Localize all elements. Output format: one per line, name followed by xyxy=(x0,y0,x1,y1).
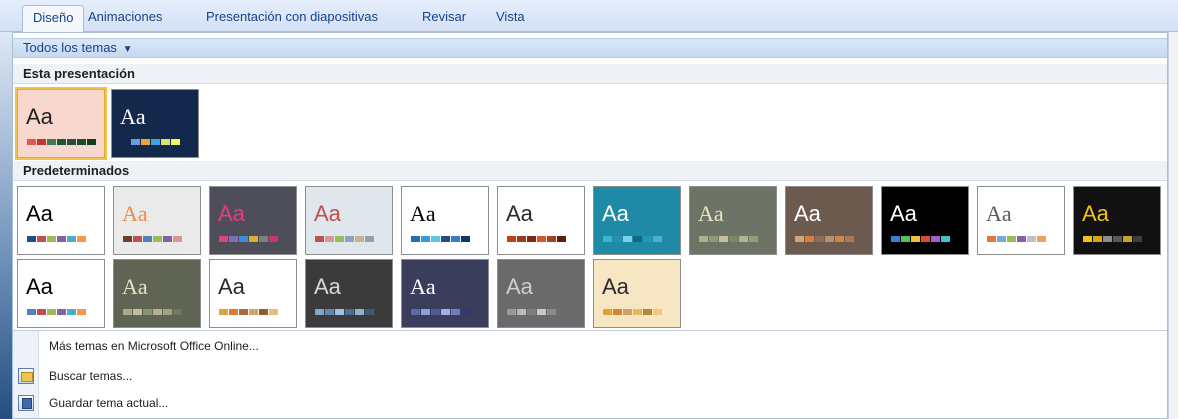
theme-sample-text: Aa xyxy=(120,104,146,129)
theme-color-swatches xyxy=(411,236,471,242)
theme-thumbnail[interactable]: Aa xyxy=(113,259,201,328)
tab-revisar[interactable]: Revisar xyxy=(412,5,476,32)
theme-sample-text: Aa xyxy=(26,201,53,226)
theme-color-swatches xyxy=(315,236,375,242)
theme-thumbnail[interactable]: Aa xyxy=(497,259,585,328)
filter-label: Todos los temas xyxy=(23,40,117,55)
theme-sample-text: Aa xyxy=(122,274,148,299)
theme-color-swatches xyxy=(699,236,759,242)
tab-presentacion[interactable]: Presentación con diapositivas xyxy=(196,5,388,32)
theme-sample-text: Aa xyxy=(218,274,245,299)
theme-sample-text: Aa xyxy=(602,274,629,299)
theme-thumbnail[interactable]: Aa xyxy=(785,186,873,255)
theme-sample-text: Aa xyxy=(122,201,148,226)
theme-thumbnail[interactable]: Aa xyxy=(881,186,969,255)
theme-sample-text: Aa xyxy=(890,201,917,226)
theme-sample-text: Aa xyxy=(506,274,533,299)
theme-color-swatches xyxy=(411,309,471,315)
save-icon xyxy=(18,395,34,411)
theme-color-swatches xyxy=(27,309,87,315)
theme-color-swatches xyxy=(603,309,663,315)
menu-label-online: Más temas en Microsoft Office Online... xyxy=(49,339,259,353)
theme-thumbnail[interactable]: Aa xyxy=(497,186,585,255)
theme-color-swatches xyxy=(121,139,181,145)
menu-label-browse: Buscar temas... xyxy=(49,369,133,383)
menu-label-save: Guardar tema actual... xyxy=(49,396,169,410)
theme-color-swatches xyxy=(315,309,375,315)
theme-sample-text: Aa xyxy=(410,274,436,299)
dropdown-arrow-icon: ▼ xyxy=(122,44,133,55)
theme-thumbnail[interactable]: Aa xyxy=(113,186,201,255)
theme-thumbnail[interactable]: Aa xyxy=(15,87,107,160)
theme-thumbnail[interactable]: Aa xyxy=(111,89,199,158)
theme-sample-text: Aa xyxy=(602,201,629,226)
section-header-current: Esta presentación xyxy=(13,64,1167,84)
theme-sample-text: Aa xyxy=(314,274,341,299)
theme-sample-text: Aa xyxy=(410,201,436,226)
theme-color-swatches xyxy=(27,139,97,145)
theme-color-swatches xyxy=(27,236,87,242)
theme-color-swatches xyxy=(219,309,279,315)
themes-gallery: Todos los temas ▼ Esta presentación Aa Aa… xyxy=(12,32,1168,419)
theme-sample-text: Aa xyxy=(506,201,533,226)
tab-diseno[interactable]: Diseño xyxy=(22,5,85,32)
theme-thumbnail[interactable]: Aa xyxy=(209,186,297,255)
theme-filter-dropdown[interactable]: Todos los temas ▼ xyxy=(13,38,1167,58)
section-header-builtin: Predeterminados xyxy=(13,161,1167,181)
theme-thumbnail[interactable]: Aa xyxy=(593,186,681,255)
theme-sample-text: Aa xyxy=(794,201,821,226)
save-current-theme[interactable]: Guardar tema actual... xyxy=(13,392,1167,414)
menu-separator xyxy=(13,330,1167,331)
background-strip xyxy=(0,32,12,419)
gallery-scrollbar[interactable] xyxy=(1168,32,1178,419)
theme-sample-text: Aa xyxy=(26,104,53,129)
theme-sample-text: Aa xyxy=(26,274,53,299)
theme-color-swatches xyxy=(219,236,279,242)
theme-thumbnail[interactable]: Aa xyxy=(305,186,393,255)
ribbon-tab-bar: Diseño Animaciones Presentación con diap… xyxy=(0,0,1178,32)
theme-sample-text: Aa xyxy=(698,201,724,226)
folder-icon xyxy=(18,368,34,384)
theme-color-swatches xyxy=(507,309,567,315)
theme-color-swatches xyxy=(987,236,1047,242)
theme-color-swatches xyxy=(891,236,951,242)
theme-color-swatches xyxy=(795,236,855,242)
theme-color-swatches xyxy=(507,236,567,242)
theme-sample-text: Aa xyxy=(314,201,341,226)
theme-thumbnail[interactable]: Aa xyxy=(17,186,105,255)
browse-themes[interactable]: Buscar temas... xyxy=(13,365,1167,387)
theme-sample-text: Aa xyxy=(218,201,245,226)
more-themes-online[interactable]: Más temas en Microsoft Office Online... xyxy=(13,335,1167,357)
theme-thumbnail[interactable]: Aa xyxy=(593,259,681,328)
tab-vista[interactable]: Vista xyxy=(486,5,535,32)
tab-animaciones[interactable]: Animaciones xyxy=(78,5,172,32)
theme-thumbnail[interactable]: Aa xyxy=(401,259,489,328)
theme-thumbnail[interactable]: Aa xyxy=(1073,186,1161,255)
theme-sample-text: Aa xyxy=(1082,201,1109,226)
theme-thumbnail[interactable]: Aa xyxy=(689,186,777,255)
theme-color-swatches xyxy=(1083,236,1143,242)
theme-color-swatches xyxy=(603,236,663,242)
theme-thumbnail[interactable]: Aa xyxy=(305,259,393,328)
theme-thumbnail[interactable]: Aa xyxy=(401,186,489,255)
theme-color-swatches xyxy=(123,236,183,242)
theme-color-swatches xyxy=(123,309,183,315)
theme-thumbnail[interactable]: Aa xyxy=(17,259,105,328)
theme-sample-text: Aa xyxy=(986,201,1012,226)
theme-thumbnail[interactable]: Aa xyxy=(209,259,297,328)
theme-thumbnail[interactable]: Aa xyxy=(977,186,1065,255)
